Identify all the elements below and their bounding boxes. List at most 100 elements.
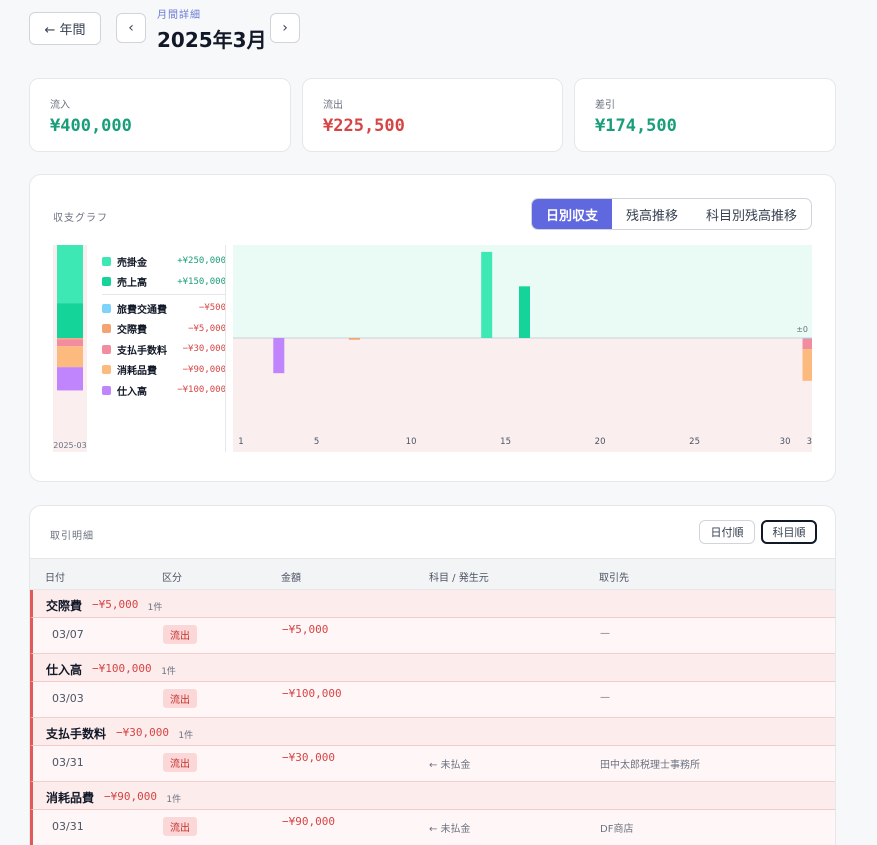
legend-item[interactable]: 売上高 +¥150,000 — [102, 272, 226, 293]
table-row[interactable]: 03/07 流出 −¥5,000 — — [30, 618, 835, 654]
legend-item[interactable]: 交際費 −¥5,000 — [102, 319, 226, 340]
sort-by-date-button[interactable]: 日付順 — [699, 520, 755, 544]
month-stack-segment — [57, 346, 83, 368]
col-partner: 取引先 — [599, 573, 629, 584]
sort-by-account-button[interactable]: 科目順 — [761, 520, 817, 544]
legend-amount: +¥250,000 — [177, 256, 226, 267]
col-amount: 金額 — [281, 573, 301, 584]
tab-daily[interactable]: 日別収支 — [531, 199, 612, 229]
legend-swatch — [102, 324, 111, 334]
tab-account-balance[interactable]: 科目別残高推移 — [692, 199, 811, 229]
table-row[interactable]: 03/03 流出 −¥100,000 — — [30, 682, 835, 718]
legend-item[interactable]: 消耗品費 −¥90,000 — [102, 360, 226, 381]
group-name: 仕入高 — [46, 663, 83, 677]
transactions-panel: 取引明細 日付順 科目順 日付 区分 金額 科目 / 発生元 取引先 交際費 −¥… — [29, 505, 836, 845]
legend-amount: −¥500 — [198, 303, 226, 314]
inflow-card: 流入 ¥400,000 — [29, 78, 291, 152]
type-badge: 流出 — [163, 753, 197, 772]
group-name: 支払手数料 — [46, 727, 107, 741]
group-header[interactable]: 消耗品費 −¥90,000 1件 — [30, 782, 835, 810]
x-tick-label: 20 — [595, 437, 606, 447]
daily-bar — [519, 286, 530, 338]
account-group: 仕入高 −¥100,000 1件 03/03 流出 −¥100,000 — — [30, 654, 835, 718]
type-badge: 流出 — [163, 625, 197, 644]
type-badge: 流出 — [163, 817, 197, 836]
daily-bar — [273, 338, 285, 374]
daily-bar — [802, 349, 814, 381]
table-row[interactable]: 03/31 流出 −¥30,000 ← 未払金 田中太郎税理士事務所 — [30, 746, 835, 782]
group-count: 1件 — [147, 603, 163, 613]
row-source: ← 未払金 — [429, 824, 471, 835]
legend-name: 仕入高 — [117, 386, 147, 398]
type-badge: 流出 — [163, 689, 197, 708]
row-date: 03/03 — [52, 692, 84, 705]
month-summary-bar[interactable]: 2025-03 — [53, 245, 87, 452]
group-total: −¥100,000 — [92, 662, 152, 675]
month-stack-svg — [57, 245, 83, 391]
daily-bar — [802, 338, 814, 339]
x-tick-label: 15 — [500, 437, 511, 447]
legend-swatch — [102, 303, 111, 313]
legend-item[interactable]: 売掛金 +¥250,000 — [102, 251, 226, 272]
chart-tabs: 日別収支 残高推移 科目別残高推移 — [530, 198, 812, 230]
group-count: 1件 — [166, 795, 182, 805]
prev-month-button[interactable]: ‹ — [116, 13, 146, 43]
x-tick-label: 25 — [689, 437, 700, 447]
row-source: ← 未払金 — [429, 760, 471, 771]
account-group: 交際費 −¥5,000 1件 03/07 流出 −¥5,000 — — [30, 590, 835, 654]
legend-name: 消耗品費 — [117, 366, 157, 378]
row-partner: — — [600, 628, 610, 639]
col-type: 区分 — [162, 573, 182, 584]
group-header[interactable]: 交際費 −¥5,000 1件 — [30, 590, 835, 618]
back-to-year-button[interactable]: ← 年間 — [29, 12, 101, 45]
x-tick-label: 10 — [406, 437, 417, 447]
next-month-button[interactable]: › — [270, 13, 300, 43]
transactions-title: 取引明細 — [50, 531, 94, 542]
group-header[interactable]: 支払手数料 −¥30,000 1件 — [30, 718, 835, 746]
balance-card: 差引 ¥174,500 — [574, 78, 836, 152]
legend-amount: −¥100,000 — [177, 385, 226, 396]
balance-value: ¥174,500 — [595, 116, 677, 136]
row-amount: −¥90,000 — [282, 815, 335, 828]
group-name: 消耗品費 — [46, 791, 95, 805]
group-count: 1件 — [178, 731, 194, 741]
group-header[interactable]: 仕入高 −¥100,000 1件 — [30, 654, 835, 682]
x-tick-label: 30 — [780, 437, 791, 447]
legend-amount: −¥30,000 — [182, 344, 226, 355]
row-date: 03/31 — [52, 756, 84, 769]
row-date: 03/07 — [52, 628, 84, 641]
row-partner: — — [600, 692, 610, 703]
row-amount: −¥100,000 — [282, 687, 342, 700]
col-date: 日付 — [45, 573, 65, 584]
page-title: 2025年3月 — [157, 28, 267, 52]
negative-area — [233, 338, 812, 452]
tab-balance[interactable]: 残高推移 — [612, 199, 692, 229]
legend-name: 売上高 — [117, 278, 147, 290]
row-partner: 田中太郎税理士事務所 — [600, 760, 700, 771]
outflow-card: 流出 ¥225,500 — [302, 78, 563, 152]
month-stack-segment — [57, 367, 83, 391]
group-total: −¥90,000 — [104, 790, 157, 803]
legend-item[interactable]: 支払手数料 −¥30,000 — [102, 339, 226, 360]
account-group: 消耗品費 −¥90,000 1件 03/31 流出 −¥90,000 ← 未払金 DF商店 — [30, 782, 835, 845]
table-row[interactable]: 03/31 流出 −¥90,000 ← 未払金 DF商店 — [30, 810, 835, 845]
chart-panel-title: 収支グラフ — [53, 213, 108, 224]
legend-item[interactable]: 旅費交通費 −¥500 — [102, 298, 226, 319]
legend-separator — [102, 294, 226, 295]
legend-amount: −¥90,000 — [182, 364, 226, 375]
legend-divider — [225, 245, 226, 452]
legend-swatch — [102, 385, 111, 395]
page-subtitle: 月間詳細 — [157, 10, 201, 21]
inflow-label: 流入 — [50, 100, 70, 111]
daily-bar — [481, 251, 493, 338]
group-total: −¥5,000 — [92, 598, 139, 611]
group-total: −¥30,000 — [116, 726, 169, 739]
legend-swatch — [102, 344, 111, 354]
legend-item[interactable]: 仕入高 −¥100,000 — [102, 380, 226, 401]
legend-amount: +¥150,000 — [177, 276, 226, 287]
month-label: 2025-03 — [53, 441, 87, 450]
x-tick-label: 31 — [807, 437, 812, 447]
legend-name: 支払手数料 — [117, 345, 167, 357]
row-date: 03/31 — [52, 820, 84, 833]
legend-swatch — [102, 277, 111, 287]
